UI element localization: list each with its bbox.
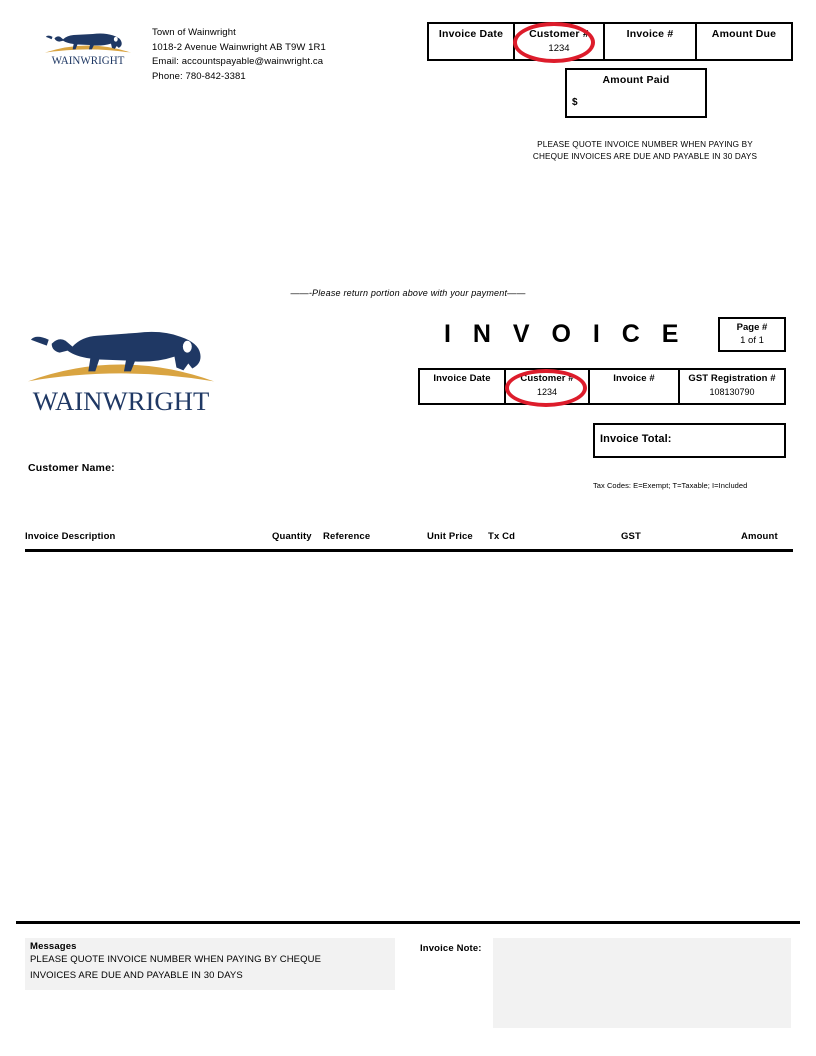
stub-header-amount-due: Amount Due: [711, 28, 777, 40]
stub-header-invoice-date: Invoice Date: [438, 28, 504, 40]
wainwright-logo-main: WAINWRIGHT: [22, 312, 220, 416]
invoice-header-invoice-date: Invoice Date: [433, 373, 491, 384]
line-items-body: [25, 556, 793, 914]
stub-value-customer-number: 1234: [548, 43, 570, 54]
stub-cell-invoice-number: Invoice #: [605, 24, 697, 59]
invoice-cell-invoice-date: Invoice Date: [420, 370, 506, 403]
company-email: Email: accountspayable@wainwright.ca: [152, 56, 324, 68]
page-number-box: Page # 1 of 1: [718, 317, 786, 352]
remittance-notice-line-2: CHEQUE INVOICES ARE DUE AND PAYABLE IN 3…: [532, 151, 758, 161]
page-title: I N V O I C E: [444, 320, 686, 348]
amount-paid-label: Amount Paid: [602, 74, 670, 86]
invoice-summary-table: Invoice Date Customer # 1234 Invoice # G…: [418, 368, 786, 405]
invoice-note-field[interactable]: [493, 938, 791, 1028]
messages-line-1: PLEASE QUOTE INVOICE NUMBER WHEN PAYING …: [30, 954, 322, 965]
stub-cell-invoice-date: Invoice Date: [429, 24, 515, 59]
stub-cell-amount-due: Amount Due: [697, 24, 791, 59]
tax-codes-legend: Tax Codes: E=Exempt; T=Taxable; I=Includ…: [593, 481, 748, 490]
footer-divider: [16, 921, 800, 924]
invoice-header-invoice-number: Invoice #: [613, 373, 655, 384]
customer-name-label: Customer Name:: [28, 462, 115, 474]
stub-header-customer-number: Customer #: [529, 28, 589, 40]
remittance-notice: PLEASE QUOTE INVOICE NUMBER WHEN PAYING …: [500, 139, 790, 162]
invoice-total-label: Invoice Total:: [600, 433, 672, 445]
invoice-value-gst-registration: 108130790: [709, 387, 755, 397]
invoice-note-label: Invoice Note:: [420, 943, 482, 954]
stub-header-invoice-number: Invoice #: [626, 28, 674, 40]
column-header-tax-code: Tx Cd: [488, 531, 516, 542]
remittance-notice-line-1: PLEASE QUOTE INVOICE NUMBER WHEN PAYING …: [537, 140, 753, 149]
invoice-cell-invoice-number: Invoice #: [590, 370, 680, 403]
invoice-header-customer-number: Customer #: [520, 373, 574, 384]
invoice-total-box: Invoice Total:: [593, 423, 786, 458]
column-header-reference: Reference: [323, 531, 371, 542]
line-items-header-rule: [25, 549, 793, 552]
wainwright-logo-stub: WAINWRIGHT: [40, 22, 136, 68]
messages-line-2: INVOICES ARE DUE AND PAYABLE IN 30 DAYS: [30, 970, 243, 981]
invoice-value-customer-number: 1234: [536, 387, 558, 397]
column-header-invoice-description: Invoice Description: [25, 531, 116, 542]
line-items-column-headers: Invoice Description Quantity Reference U…: [25, 531, 793, 547]
column-header-quantity: Quantity: [272, 531, 312, 542]
perforation-note: ——-Please return portion above with your…: [290, 288, 526, 298]
messages-title: Messages: [30, 941, 77, 952]
company-name: Town of Wainwright: [152, 27, 236, 38]
amount-paid-box: Amount Paid $: [565, 68, 707, 118]
invoice-cell-gst-registration: GST Registration # 108130790: [680, 370, 784, 403]
column-header-amount: Amount: [741, 531, 778, 542]
column-header-unit-price: Unit Price: [427, 531, 473, 542]
invoice-header-gst-registration: GST Registration #: [688, 373, 776, 384]
column-header-gst: GST: [621, 531, 641, 542]
messages-panel: Messages PLEASE QUOTE INVOICE NUMBER WHE…: [25, 938, 395, 990]
invoice-cell-customer-number: Customer # 1234: [506, 370, 590, 403]
invoice-page: WAINWRIGHT Town of Wainwright 1018-2 Ave…: [0, 0, 816, 1056]
stub-cell-customer-number: Customer # 1234: [515, 24, 605, 59]
amount-paid-currency-symbol: $: [572, 97, 578, 108]
page-number-value: 1 of 1: [740, 335, 764, 346]
page-number-label: Page #: [736, 322, 768, 333]
company-street: 1018-2 Avenue Wainwright AB T9W 1R1: [152, 41, 326, 53]
svg-text:WAINWRIGHT: WAINWRIGHT: [52, 55, 125, 67]
svg-text:WAINWRIGHT: WAINWRIGHT: [33, 386, 210, 416]
company-phone: Phone: 780-842-3381: [152, 70, 246, 82]
remittance-summary-table: Invoice Date Customer # 1234 Invoice # A…: [427, 22, 793, 61]
company-address-block: Town of Wainwright 1018-2 Avenue Wainwri…: [152, 26, 452, 84]
